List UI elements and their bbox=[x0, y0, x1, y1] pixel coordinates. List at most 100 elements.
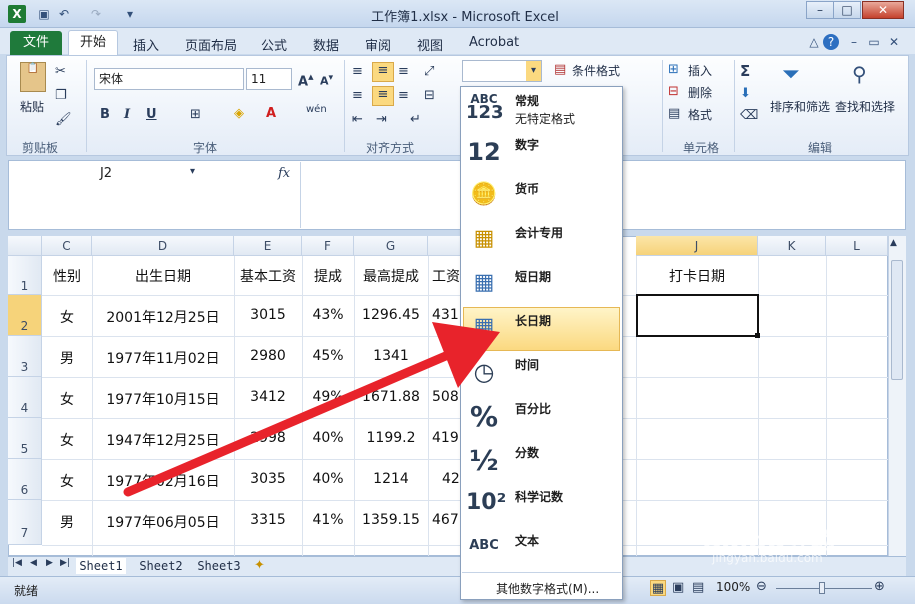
cell[interactable]: 3015 bbox=[234, 307, 302, 323]
column-header[interactable]: G bbox=[354, 236, 428, 256]
cell[interactable]: 41% bbox=[302, 512, 354, 528]
zoom-out-icon[interactable]: ⊖ bbox=[756, 579, 767, 594]
cell[interactable]: 42 bbox=[442, 471, 462, 487]
active-cell-j2[interactable] bbox=[636, 294, 759, 337]
font-color-icon[interactable]: A bbox=[266, 106, 276, 121]
zoom-slider-thumb[interactable] bbox=[819, 582, 825, 594]
increase-indent-icon[interactable]: ⇥ bbox=[376, 112, 387, 127]
copy-icon[interactable]: ❐ bbox=[55, 88, 67, 103]
cell[interactable]: 1977年11月02日 bbox=[92, 348, 234, 368]
clear-icon[interactable]: ⌫ bbox=[740, 108, 758, 123]
row-header-selected[interactable]: 2 bbox=[8, 295, 42, 336]
fill-color-icon[interactable]: ◈ bbox=[234, 106, 244, 121]
find-select-button[interactable]: 查找和选择 bbox=[835, 98, 895, 115]
menu-item-general[interactable]: 常规 bbox=[515, 92, 539, 109]
italic-button[interactable]: I bbox=[124, 107, 130, 122]
cell[interactable]: 467 bbox=[432, 512, 462, 528]
row-header[interactable]: 1 bbox=[8, 256, 42, 295]
zoom-level[interactable]: 100% bbox=[716, 580, 750, 594]
cell[interactable]: 3035 bbox=[234, 471, 302, 487]
column-header[interactable]: D bbox=[92, 236, 234, 256]
header-cell[interactable]: 提成 bbox=[302, 266, 354, 286]
decrease-indent-icon[interactable]: ⇤ bbox=[352, 112, 363, 127]
tab-acrobat[interactable]: Acrobat bbox=[469, 35, 519, 50]
column-header[interactable]: K bbox=[758, 236, 826, 256]
header-cell[interactable]: 最高提成 bbox=[354, 266, 428, 286]
cell[interactable]: 1977年02月16日 bbox=[92, 471, 234, 491]
delete-cells-button[interactable]: 删除 bbox=[688, 84, 712, 101]
insert-function-button[interactable]: fx bbox=[278, 166, 290, 181]
orientation-icon[interactable]: ⤢ bbox=[424, 64, 434, 79]
workbook-restore-icon[interactable]: ▭ bbox=[866, 34, 882, 50]
insert-cells-button[interactable]: 插入 bbox=[688, 62, 712, 79]
autosum-icon[interactable]: Σ bbox=[740, 62, 750, 80]
menu-item-more-formats[interactable]: 其他数字格式(M)... bbox=[496, 580, 599, 597]
header-cell[interactable]: 性别 bbox=[42, 266, 92, 286]
cell[interactable]: 2001年12月25日 bbox=[92, 307, 234, 327]
row-header[interactable]: 3 bbox=[8, 336, 42, 377]
cell[interactable]: 3315 bbox=[234, 512, 302, 528]
cell[interactable]: 男 bbox=[42, 348, 92, 368]
borders-icon[interactable]: ⊞ bbox=[190, 107, 201, 122]
font-name-combo[interactable]: 宋体 bbox=[94, 68, 244, 90]
name-box-dropdown-icon[interactable]: ▾ bbox=[190, 166, 195, 177]
scroll-thumb[interactable] bbox=[891, 260, 903, 380]
fill-handle[interactable] bbox=[755, 333, 760, 338]
header-cell[interactable]: 打卡日期 bbox=[636, 266, 758, 286]
paste-icon[interactable]: 📋 bbox=[20, 62, 46, 92]
cell[interactable]: 女 bbox=[42, 389, 92, 409]
cell[interactable]: 1977年10月15日 bbox=[92, 389, 234, 409]
cell[interactable]: 43% bbox=[302, 307, 354, 323]
column-header[interactable] bbox=[428, 236, 462, 256]
name-box[interactable]: J2 bbox=[8, 162, 204, 186]
wrap-text-icon[interactable]: ↵ bbox=[410, 112, 421, 127]
number-format-dropdown-icon[interactable]: ▾ bbox=[526, 61, 541, 81]
last-sheet-icon[interactable]: ▶| bbox=[60, 558, 70, 568]
align-middle-icon[interactable]: ≡ bbox=[372, 62, 394, 82]
sort-filter-icon[interactable]: ⏷ bbox=[782, 62, 800, 87]
undo-icon[interactable]: ↶ bbox=[56, 6, 72, 22]
align-left-icon[interactable]: ≡ bbox=[352, 88, 363, 103]
fill-icon[interactable]: ⬇ bbox=[740, 86, 751, 101]
row-header[interactable]: 5 bbox=[8, 418, 42, 459]
decrease-font-icon[interactable]: A▾ bbox=[320, 72, 333, 88]
cell[interactable]: 40% bbox=[302, 471, 354, 487]
cell[interactable]: 1214 bbox=[354, 471, 428, 487]
tab-file[interactable]: 文件 bbox=[10, 31, 62, 55]
sheet-tab[interactable]: Sheet3 bbox=[194, 558, 244, 574]
help-icon[interactable]: ? bbox=[823, 34, 839, 50]
tab-data[interactable]: 数据 bbox=[313, 35, 339, 54]
row-header[interactable]: 6 bbox=[8, 459, 42, 500]
workbook-close-icon[interactable]: ✕ bbox=[886, 34, 902, 50]
row-header[interactable]: 4 bbox=[8, 377, 42, 418]
save-icon[interactable]: ▣ bbox=[36, 6, 52, 22]
menu-item-fraction[interactable]: 分数 bbox=[515, 444, 539, 461]
tab-insert[interactable]: 插入 bbox=[133, 35, 159, 54]
increase-font-icon[interactable]: A▴ bbox=[298, 70, 314, 89]
sort-filter-button[interactable]: 排序和筛选 bbox=[770, 98, 830, 115]
column-header[interactable]: E bbox=[234, 236, 302, 256]
merge-center-icon[interactable]: ⊟ bbox=[424, 88, 435, 103]
header-cell[interactable]: 基本工资 bbox=[234, 266, 302, 286]
font-size-combo[interactable]: 11 bbox=[246, 68, 292, 90]
menu-item-time[interactable]: 时间 bbox=[515, 356, 539, 373]
page-layout-view-icon[interactable]: ▣ bbox=[672, 580, 684, 595]
sheet-tab-active[interactable]: Sheet1 bbox=[76, 558, 126, 574]
conditional-format-icon[interactable]: ▤ bbox=[554, 62, 566, 77]
menu-item-text[interactable]: 文本 bbox=[515, 532, 539, 549]
cell[interactable]: 40% bbox=[302, 430, 354, 446]
insert-cells-icon[interactable]: ⊞ bbox=[668, 62, 679, 77]
prev-sheet-icon[interactable]: ◀ bbox=[30, 558, 37, 568]
sheet-tab[interactable]: Sheet2 bbox=[136, 558, 186, 574]
column-header-selected[interactable]: J bbox=[636, 236, 758, 256]
zoom-in-icon[interactable]: ⊕ bbox=[874, 579, 885, 594]
cell[interactable]: 1341 bbox=[354, 348, 428, 364]
tab-view[interactable]: 视图 bbox=[417, 35, 443, 54]
minimize-button[interactable]: – bbox=[806, 1, 834, 19]
paste-button[interactable]: 粘贴 bbox=[20, 98, 44, 115]
maximize-button[interactable]: □ bbox=[833, 1, 861, 19]
cell[interactable]: 1977年06月05日 bbox=[92, 512, 234, 532]
tab-review[interactable]: 审阅 bbox=[365, 35, 391, 54]
normal-view-icon[interactable]: ▦ bbox=[650, 580, 666, 596]
menu-item-currency[interactable]: 货币 bbox=[515, 180, 539, 197]
